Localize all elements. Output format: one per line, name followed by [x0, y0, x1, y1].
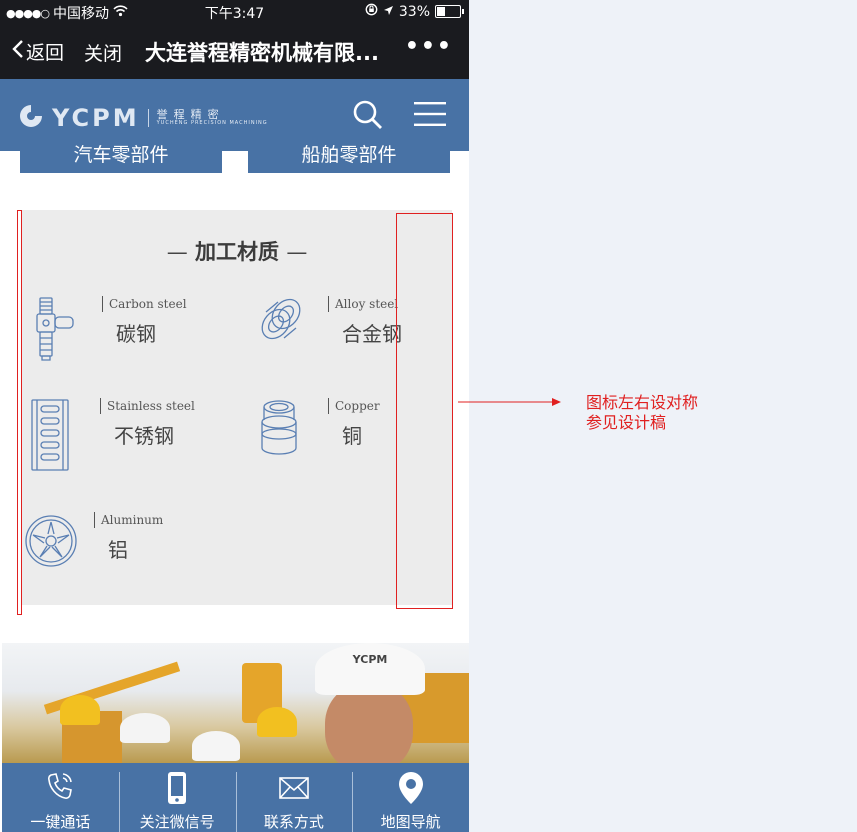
category-button-auto-parts[interactable]: 汽车零部件	[20, 143, 222, 173]
annotation-box-right	[396, 213, 453, 609]
logo-swirl-icon	[18, 103, 44, 133]
wheel-icon	[24, 512, 78, 572]
annotation-line-2: 参见设计稿	[586, 413, 667, 432]
material-en-label: Copper	[328, 398, 380, 414]
annotation-line-1: 图标左右设对称	[586, 393, 699, 412]
close-button[interactable]: 关闭	[84, 39, 122, 66]
material-en-label: Carbon steel	[102, 296, 187, 312]
material-zh-label: 铜	[342, 424, 362, 448]
contact-button[interactable]: 联系方式	[235, 763, 353, 832]
rack-icon	[30, 398, 70, 476]
hamburger-icon	[413, 102, 447, 131]
map-nav-label: 地图导航	[380, 813, 441, 831]
status-bar: ●●●●○ 中国移动 下午3:47 33%	[0, 0, 469, 24]
back-button[interactable]: 返回	[12, 38, 64, 65]
wechat-nav-bar: 返回 关闭 大连誉程精密机械有限... •••	[0, 24, 469, 79]
map-pin-icon	[398, 771, 424, 809]
material-zh-label: 碳钢	[116, 322, 156, 346]
follow-wechat-button[interactable]: 关注微信号	[118, 763, 236, 832]
location-icon	[383, 4, 394, 20]
material-en-label: Alloy steel	[328, 296, 398, 312]
rotation-lock-icon	[365, 3, 378, 20]
helmet-logo: YCPM	[315, 643, 425, 695]
bushing-icon	[258, 398, 298, 464]
menu-button[interactable]	[413, 101, 447, 131]
material-zh-label: 铝	[108, 538, 128, 562]
logo-en: YUCHENG PRECISION MACHINING	[156, 120, 268, 127]
logo-tagline: 誉程精密 YUCHENG PRECISION MACHINING	[147, 109, 268, 127]
battery-icon	[435, 5, 464, 18]
call-label: 一键通话	[30, 813, 91, 831]
back-label: 返回	[26, 42, 65, 64]
site-header: YCPM 誉程精密 YUCHENG PRECISION MACHINING	[0, 79, 469, 151]
more-menu-button[interactable]: •••	[405, 34, 453, 59]
contact-label: 联系方式	[263, 813, 324, 831]
call-button[interactable]: 一键通话	[2, 763, 119, 832]
page-title: 大连誉程精密机械有限...	[145, 41, 379, 65]
annotation-arrow-icon	[458, 392, 562, 411]
materials-title-text: 加工材质	[195, 240, 279, 264]
site-logo[interactable]: YCPM 誉程精密 YUCHENG PRECISION MACHINING	[18, 103, 268, 133]
phone-icon	[46, 771, 74, 805]
bottom-action-bar: 一键通话 关注微信号 联系方式 地图导航	[2, 763, 469, 832]
materials-title: — 加工材质 —	[166, 240, 308, 264]
material-en-label: Aluminum	[94, 512, 163, 528]
mail-icon	[279, 777, 309, 803]
logo-wordmark: YCPM	[52, 104, 140, 132]
material-zh-label: 不锈钢	[114, 424, 174, 448]
annotation-note: 图标左右设对称 参见设计稿	[586, 393, 698, 433]
annotation-box-left	[17, 210, 22, 615]
category-button-ship-parts[interactable]: 船舶零部件	[248, 143, 450, 173]
map-nav-button[interactable]: 地图导航	[352, 763, 469, 832]
search-icon	[352, 100, 384, 135]
follow-wechat-label: 关注微信号	[139, 813, 215, 831]
valve-icon	[32, 296, 76, 366]
materials-section: — 加工材质 — Carbon steel 碳钢 Alloy steel 合金钢…	[22, 210, 452, 605]
ring-roller-icon	[258, 296, 304, 350]
search-button[interactable]	[352, 99, 384, 135]
battery-percent: 33%	[398, 3, 430, 20]
chevron-left-icon	[12, 39, 24, 64]
material-en-label: Stainless steel	[100, 398, 195, 414]
hero-banner: YCPM	[2, 643, 469, 763]
mobile-icon	[167, 771, 187, 809]
material-zh-label: 合金钢	[342, 322, 402, 346]
